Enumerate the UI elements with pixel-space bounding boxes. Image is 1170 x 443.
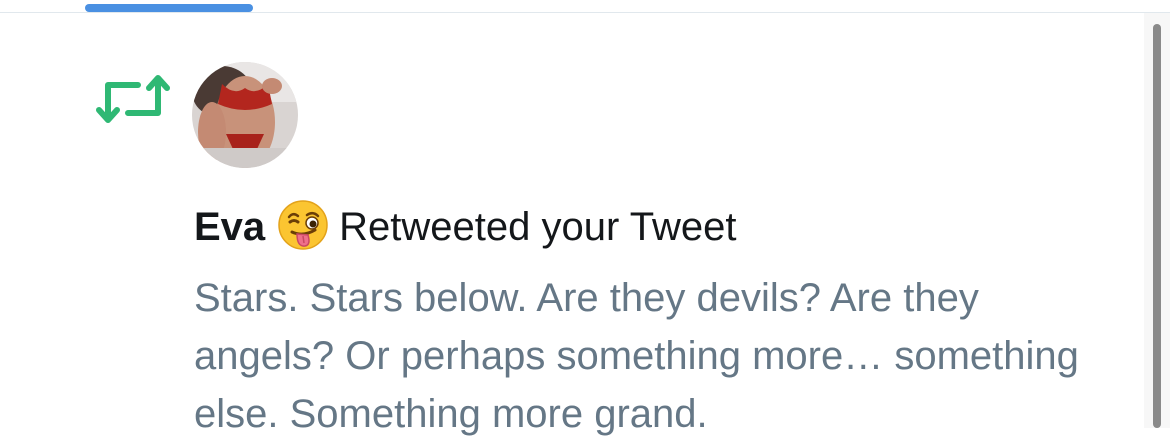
avatar[interactable] — [192, 62, 298, 168]
scrollbar-thumb[interactable] — [1153, 24, 1161, 428]
active-tab-indicator — [85, 4, 253, 12]
winking-face-with-tongue-icon — [278, 200, 328, 251]
tweet-text[interactable]: Stars. Stars below. Are they devils? Are… — [194, 269, 1124, 443]
user-name[interactable]: Eva — [194, 205, 265, 249]
notification-headline: Eva Retweeted your Tweet — [194, 200, 737, 253]
action-text: Retweeted your Tweet — [339, 205, 737, 249]
retweet-notification[interactable]: Eva Retweeted your Tweet Stars. Stars be… — [0, 13, 1140, 436]
retweet-icon — [96, 75, 170, 123]
